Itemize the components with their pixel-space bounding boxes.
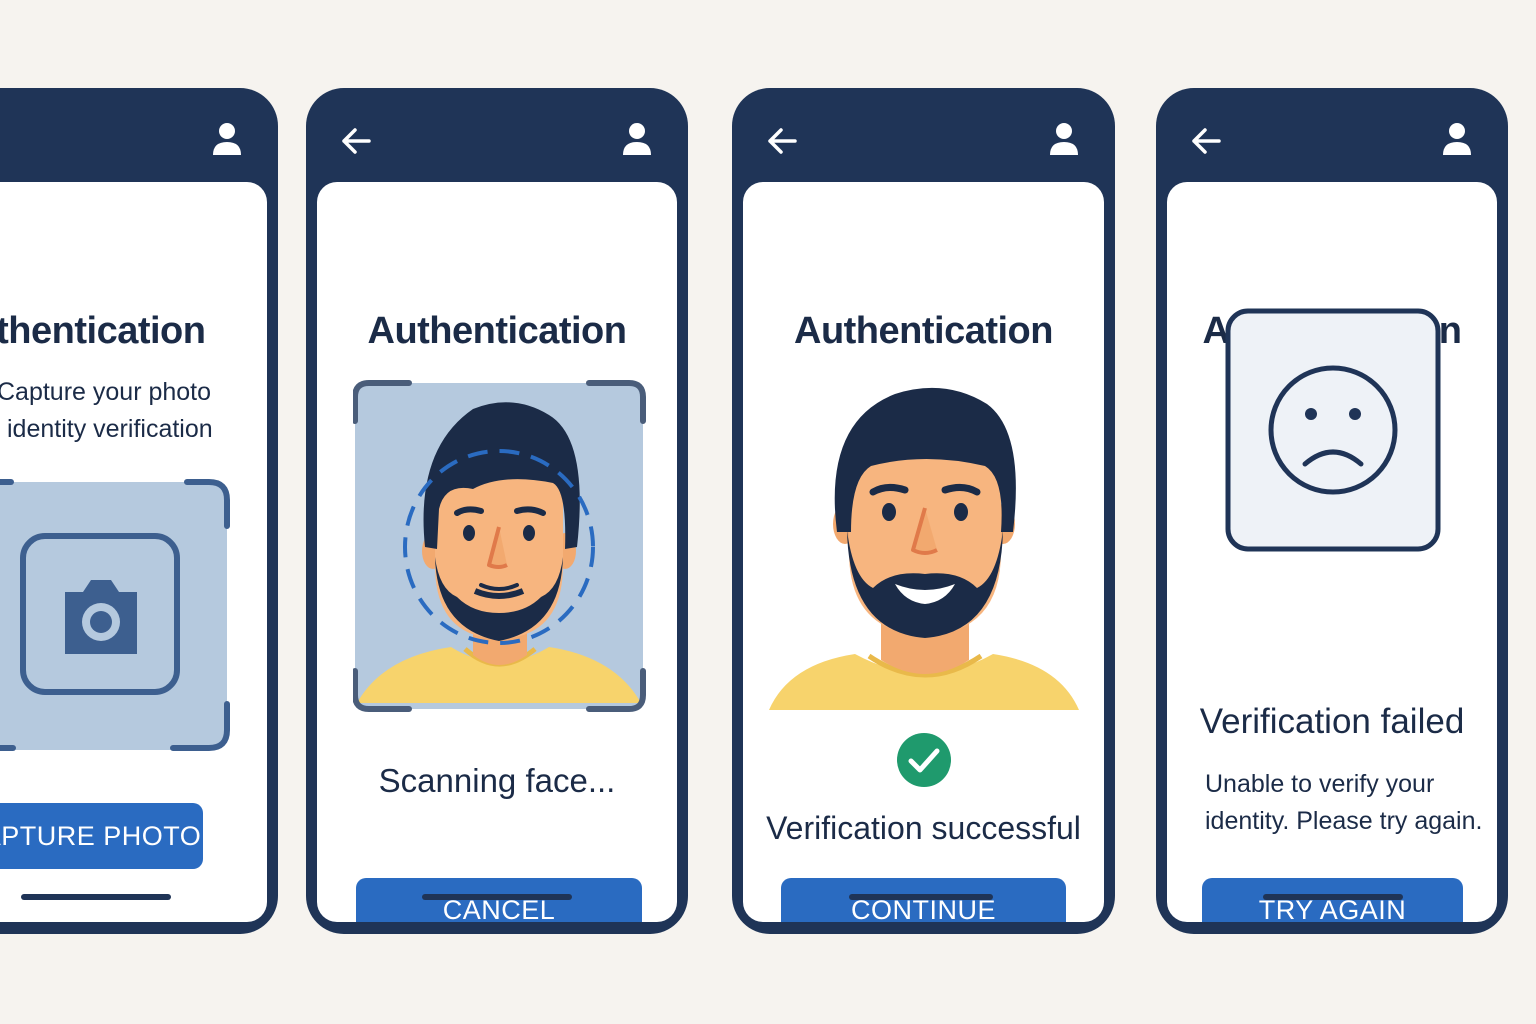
error-message-line-2: identity. Please try again.: [1205, 807, 1483, 835]
screen-failed: Authentication Verification failed Unabl…: [1167, 182, 1497, 922]
user-icon[interactable]: [622, 121, 652, 157]
screen-capture: Authentication Capture your photo identi…: [0, 182, 267, 922]
error-message-line-1: Unable to verify your: [1205, 770, 1435, 798]
screen-scanning: Authentication Scanning face... CANCEL: [317, 182, 677, 922]
arrow-left-icon[interactable]: [1190, 127, 1222, 155]
user-icon[interactable]: [1049, 121, 1079, 157]
home-indicator: [21, 894, 171, 900]
home-indicator: [422, 894, 572, 900]
camera-viewfinder[interactable]: [0, 478, 233, 754]
continue-button[interactable]: CONTINUE: [781, 878, 1066, 922]
verified-face-illustration: [769, 387, 1079, 710]
try-again-button[interactable]: TRY AGAIN: [1202, 878, 1463, 922]
checkmark-icon: [897, 733, 951, 787]
scan-status: Scanning face...: [378, 762, 616, 799]
verification-status: Verification failed: [1199, 702, 1465, 741]
phone-success: Authentication Verification successful C…: [732, 88, 1115, 934]
instruction-line-1: Capture your photo: [0, 378, 212, 406]
capture-photo-button[interactable]: CAPTURE PHOTO: [0, 803, 203, 869]
home-indicator: [1263, 894, 1403, 900]
page-title: Authentication: [794, 310, 1053, 352]
phone-failed: Authentication Verification failed Unabl…: [1156, 88, 1508, 934]
instruction-line-2: identity verification: [7, 415, 213, 443]
arrow-left-icon[interactable]: [340, 127, 372, 155]
phone-capture: Authentication Capture your photo identi…: [0, 88, 278, 934]
page-title: Authentication: [0, 310, 206, 352]
page-title: Authentication: [367, 310, 627, 352]
user-icon[interactable]: [1442, 121, 1472, 157]
home-indicator: [849, 894, 993, 900]
user-icon[interactable]: [212, 121, 242, 157]
cancel-button[interactable]: CANCEL: [356, 878, 642, 922]
screen-success: Authentication Verification successful C…: [743, 182, 1104, 922]
phone-scanning: Authentication Scanning face... CANCEL: [306, 88, 688, 934]
arrow-left-icon[interactable]: [766, 127, 798, 155]
failure-frame: [1225, 308, 1441, 552]
face-scan-frame: [353, 380, 646, 712]
verification-status: Verification successful: [766, 810, 1081, 846]
